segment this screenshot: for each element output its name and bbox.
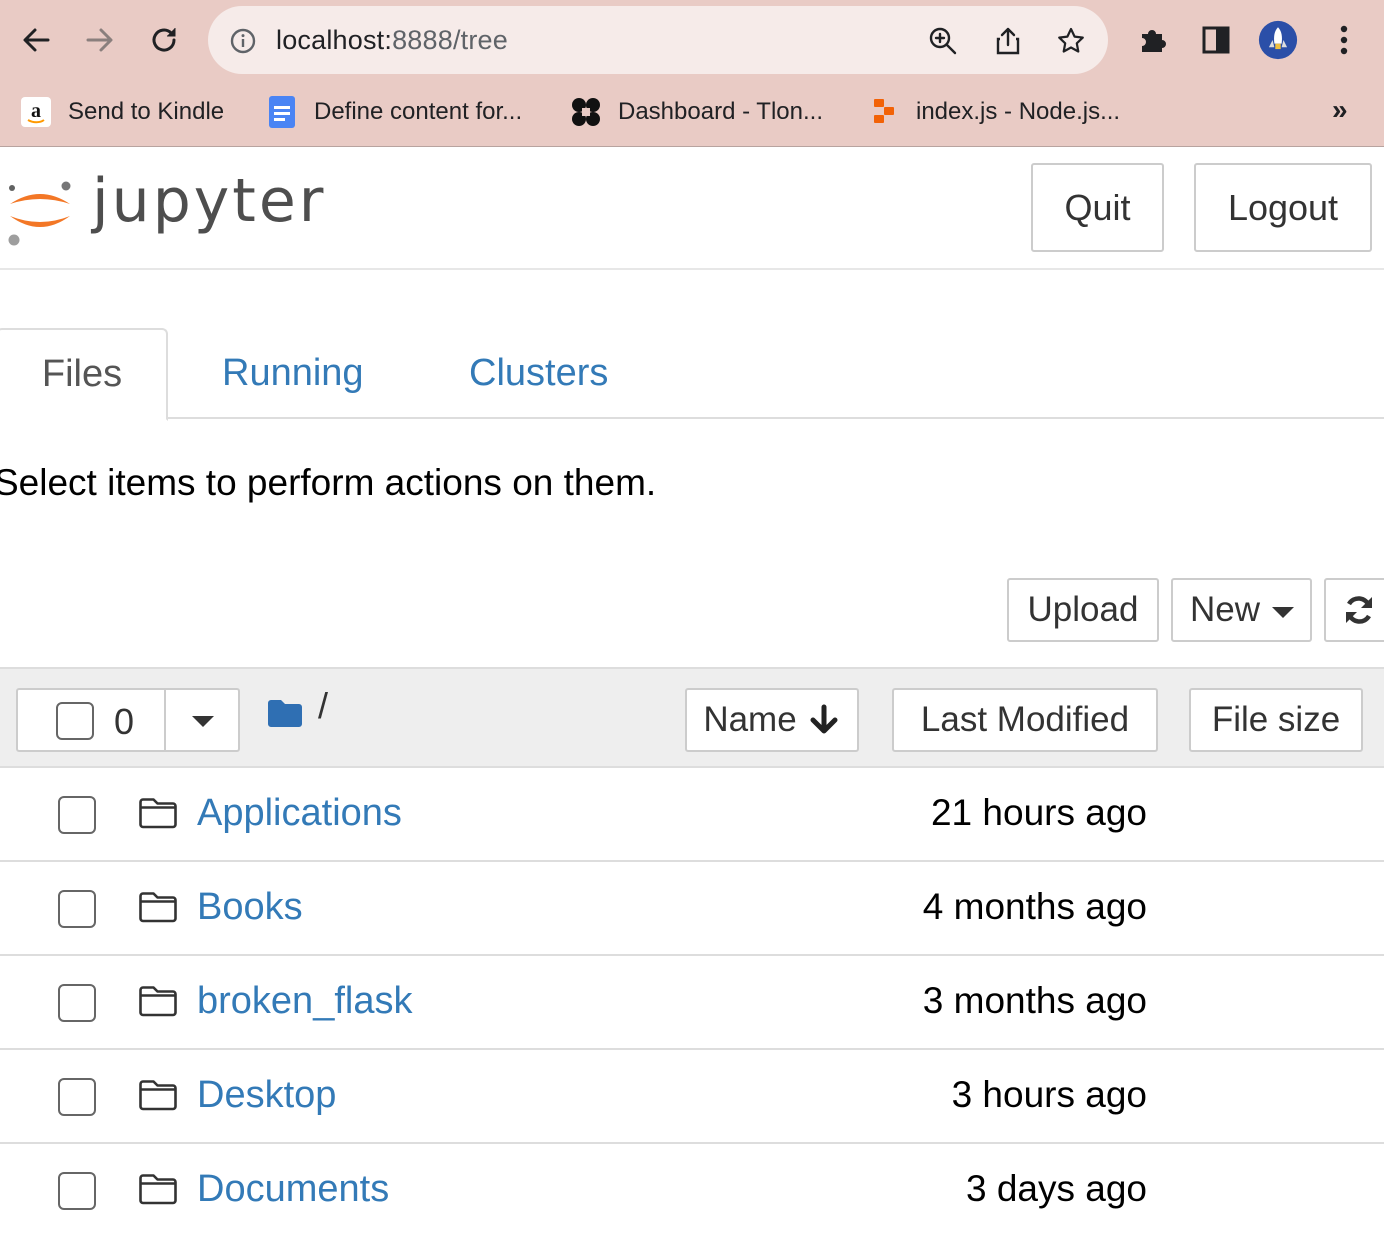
last-modified: 4 months ago [922,886,1147,927]
folder-icon [138,1078,178,1112]
tab-running[interactable]: Running [222,328,364,419]
tab-files[interactable]: Files [0,328,168,421]
jupyter-header: jupyter Quit Logout [0,148,1384,270]
file-row[interactable]: broken_flask 3 months ago [0,956,1384,1050]
selection-hint: Select items to perform actions on them. [0,462,657,503]
url-text[interactable]: localhost:8888/tree [276,25,508,56]
file-name-link[interactable]: Applications [197,792,402,835]
file-row[interactable]: Books 4 months ago [0,862,1384,956]
row-checkbox[interactable] [58,984,96,1022]
more-bookmarks-button[interactable]: » [1332,94,1348,126]
file-name-link[interactable]: Desktop [197,1074,336,1117]
new-label: New [1190,590,1261,629]
amazon-icon: a [20,96,52,128]
file-list-header: 0 / Name Last Modified File size [0,667,1384,768]
breadcrumb: / [266,685,328,729]
file-row[interactable]: Desktop 3 hours ago [0,1050,1384,1144]
select-all-group: 0 [16,688,240,752]
svg-text:a: a [31,100,41,122]
select-dropdown-caret-icon[interactable] [192,716,214,727]
jupyter-logo-icon [8,181,71,246]
jupyter-logo[interactable]: jupyter [4,164,334,254]
folder-filled-icon[interactable] [266,697,304,729]
new-dropdown-button[interactable]: New [1171,578,1312,642]
file-name-link[interactable]: Documents [197,1168,389,1211]
file-row[interactable]: Documents 3 days ago [0,1144,1384,1234]
caret-down-icon [1272,606,1295,618]
folder-icon [138,1172,178,1206]
zoom-icon[interactable] [928,26,958,56]
folder-icon [138,796,178,830]
row-checkbox[interactable] [58,890,96,928]
file-name-link[interactable]: Books [197,886,303,929]
sort-by-size-button[interactable]: File size [1189,688,1363,752]
last-modified: 3 hours ago [951,1074,1147,1115]
side-panel-button[interactable] [1196,20,1236,60]
quit-button[interactable]: Quit [1031,163,1164,252]
refresh-button[interactable] [1324,578,1384,642]
bookmark-dashboard-tlon[interactable]: Dashboard - Tlon... [570,94,823,130]
browser-menu-button[interactable] [1324,20,1364,60]
back-button[interactable] [16,20,56,60]
address-bar[interactable]: localhost:8888/tree [208,6,1108,74]
info-icon[interactable] [230,28,256,54]
reload-button[interactable] [144,20,184,60]
breadcrumb-root[interactable]: / [318,685,328,727]
side-panel-icon [1202,26,1230,54]
last-modified: 21 hours ago [930,792,1147,833]
bookmark-star-icon[interactable] [1056,26,1086,56]
jupyter-wordmark: jupyter [92,166,327,236]
replit-icon [868,96,900,128]
sort-by-modified-button[interactable]: Last Modified [892,688,1158,752]
row-checkbox[interactable] [58,1172,96,1210]
tlon-icon [570,96,602,128]
share-icon[interactable] [993,26,1023,56]
bookmark-index-js[interactable]: index.js - Node.js... [868,94,1120,130]
forward-button[interactable] [80,20,120,60]
profile-avatar[interactable] [1258,20,1298,60]
folder-icon [138,890,178,924]
divider [164,690,166,750]
bookmark-label: index.js - Node.js... [916,98,1121,125]
last-modified: 3 months ago [922,980,1147,1021]
puzzle-icon [1142,30,1166,52]
file-row[interactable]: Applications 21 hours ago [0,768,1384,862]
bookmark-label: Send to Kindle [68,98,225,125]
upload-button[interactable]: Upload [1007,578,1159,642]
folder-icon [138,984,178,1018]
bookmark-send-to-kindle[interactable]: a Send to Kindle [20,94,224,130]
tab-bar: Files Running Clusters [0,328,1384,421]
row-checkbox[interactable] [58,796,96,834]
reload-icon [152,28,176,52]
logout-button[interactable]: Logout [1194,163,1372,252]
file-name-link[interactable]: broken_flask [197,980,412,1023]
arrow-down-icon [810,704,838,734]
url-path: 8888/tree [392,25,508,55]
google-docs-icon [266,96,298,128]
browser-toolbar: localhost:8888/tree [0,0,1384,80]
bookmark-define-content[interactable]: Define content for... [266,94,522,130]
sort-by-name-button[interactable]: Name [685,688,859,752]
refresh-icon [1346,596,1372,624]
forward-arrow-icon [86,28,113,52]
avatar [1258,20,1298,60]
back-arrow-icon [23,28,50,52]
last-modified: 3 days ago [965,1168,1147,1209]
selected-count: 0 [114,701,135,742]
bookmark-label: Dashboard - Tlon... [618,98,823,125]
row-checkbox[interactable] [58,1078,96,1116]
kebab-menu-icon [1340,25,1348,55]
url-host: localhost: [276,25,393,55]
extensions-button[interactable] [1132,20,1172,60]
select-all-checkbox[interactable] [56,702,94,740]
bookmark-label: Define content for... [314,98,523,125]
tab-clusters[interactable]: Clusters [469,328,608,419]
bookmarks-bar: a Send to Kindle Define content for... D… [0,80,1384,147]
sort-name-label: Name [703,700,797,739]
